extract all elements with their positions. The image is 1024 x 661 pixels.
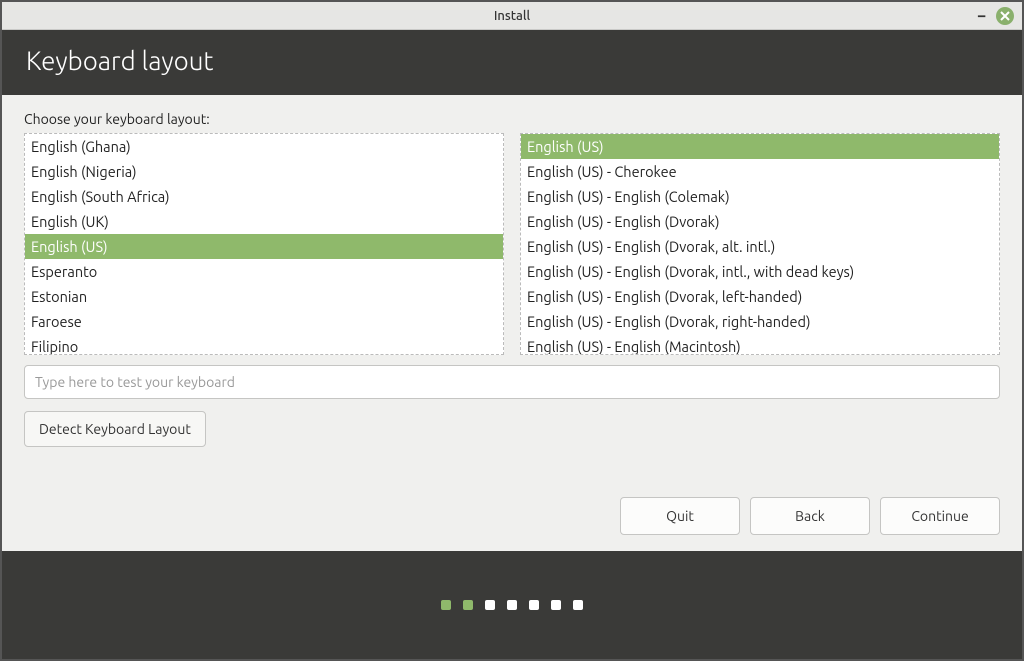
minimize-icon[interactable]: − bbox=[977, 8, 986, 24]
prompt-label: Choose your keyboard layout: bbox=[24, 111, 1000, 127]
page-title: Keyboard layout bbox=[26, 46, 998, 75]
list-item[interactable]: English (US) - English (Dvorak, left-han… bbox=[521, 284, 999, 309]
progress-dot bbox=[463, 600, 473, 610]
list-item[interactable]: English (US) - English (Dvorak, intl., w… bbox=[521, 259, 999, 284]
list-item[interactable]: English (US) bbox=[521, 134, 999, 159]
list-item[interactable]: English (UK) bbox=[25, 209, 503, 234]
progress-dot bbox=[507, 600, 517, 610]
list-item[interactable]: English (Ghana) bbox=[25, 134, 503, 159]
window-controls: − bbox=[977, 2, 1014, 29]
back-button[interactable]: Back bbox=[750, 497, 870, 535]
list-item[interactable]: Esperanto bbox=[25, 259, 503, 284]
list-item[interactable]: English (US) - Cherokee bbox=[521, 159, 999, 184]
list-item[interactable]: Faroese bbox=[25, 309, 503, 334]
progress-dot bbox=[485, 600, 495, 610]
list-item[interactable]: English (US) - English (Colemak) bbox=[521, 184, 999, 209]
titlebar: Install − bbox=[2, 2, 1022, 30]
progress-dot bbox=[573, 600, 583, 610]
content-area: Choose your keyboard layout: English (Gh… bbox=[2, 95, 1022, 551]
language-list[interactable]: English (Ghana)English (Nigeria)English … bbox=[24, 133, 504, 355]
list-item[interactable]: English (US) - English (Macintosh) bbox=[521, 334, 999, 355]
install-window: Install − Keyboard layout Choose your ke… bbox=[0, 0, 1024, 661]
list-item[interactable]: English (US) - English (Dvorak, alt. int… bbox=[521, 234, 999, 259]
continue-button[interactable]: Continue bbox=[880, 497, 1000, 535]
layout-lists: English (Ghana)English (Nigeria)English … bbox=[24, 133, 1000, 355]
progress-dots bbox=[2, 551, 1022, 659]
list-item[interactable]: English (US) - English (Dvorak) bbox=[521, 209, 999, 234]
list-item[interactable]: English (Nigeria) bbox=[25, 159, 503, 184]
list-item[interactable]: English (South Africa) bbox=[25, 184, 503, 209]
detect-layout-button[interactable]: Detect Keyboard Layout bbox=[24, 411, 206, 447]
list-item[interactable]: Filipino bbox=[25, 334, 503, 355]
nav-buttons: Quit Back Continue bbox=[24, 487, 1000, 535]
progress-dot bbox=[529, 600, 539, 610]
keyboard-test-input[interactable] bbox=[24, 365, 1000, 399]
progress-dot bbox=[441, 600, 451, 610]
quit-button[interactable]: Quit bbox=[620, 497, 740, 535]
close-icon[interactable] bbox=[996, 7, 1014, 25]
variant-list[interactable]: English (US)English (US) - CherokeeEngli… bbox=[520, 133, 1000, 355]
list-item[interactable]: English (US) bbox=[25, 234, 503, 259]
list-item[interactable]: English (US) - English (Dvorak, right-ha… bbox=[521, 309, 999, 334]
window-title: Install bbox=[494, 9, 530, 23]
list-item[interactable]: Estonian bbox=[25, 284, 503, 309]
page-header: Keyboard layout bbox=[2, 30, 1022, 95]
progress-dot bbox=[551, 600, 561, 610]
